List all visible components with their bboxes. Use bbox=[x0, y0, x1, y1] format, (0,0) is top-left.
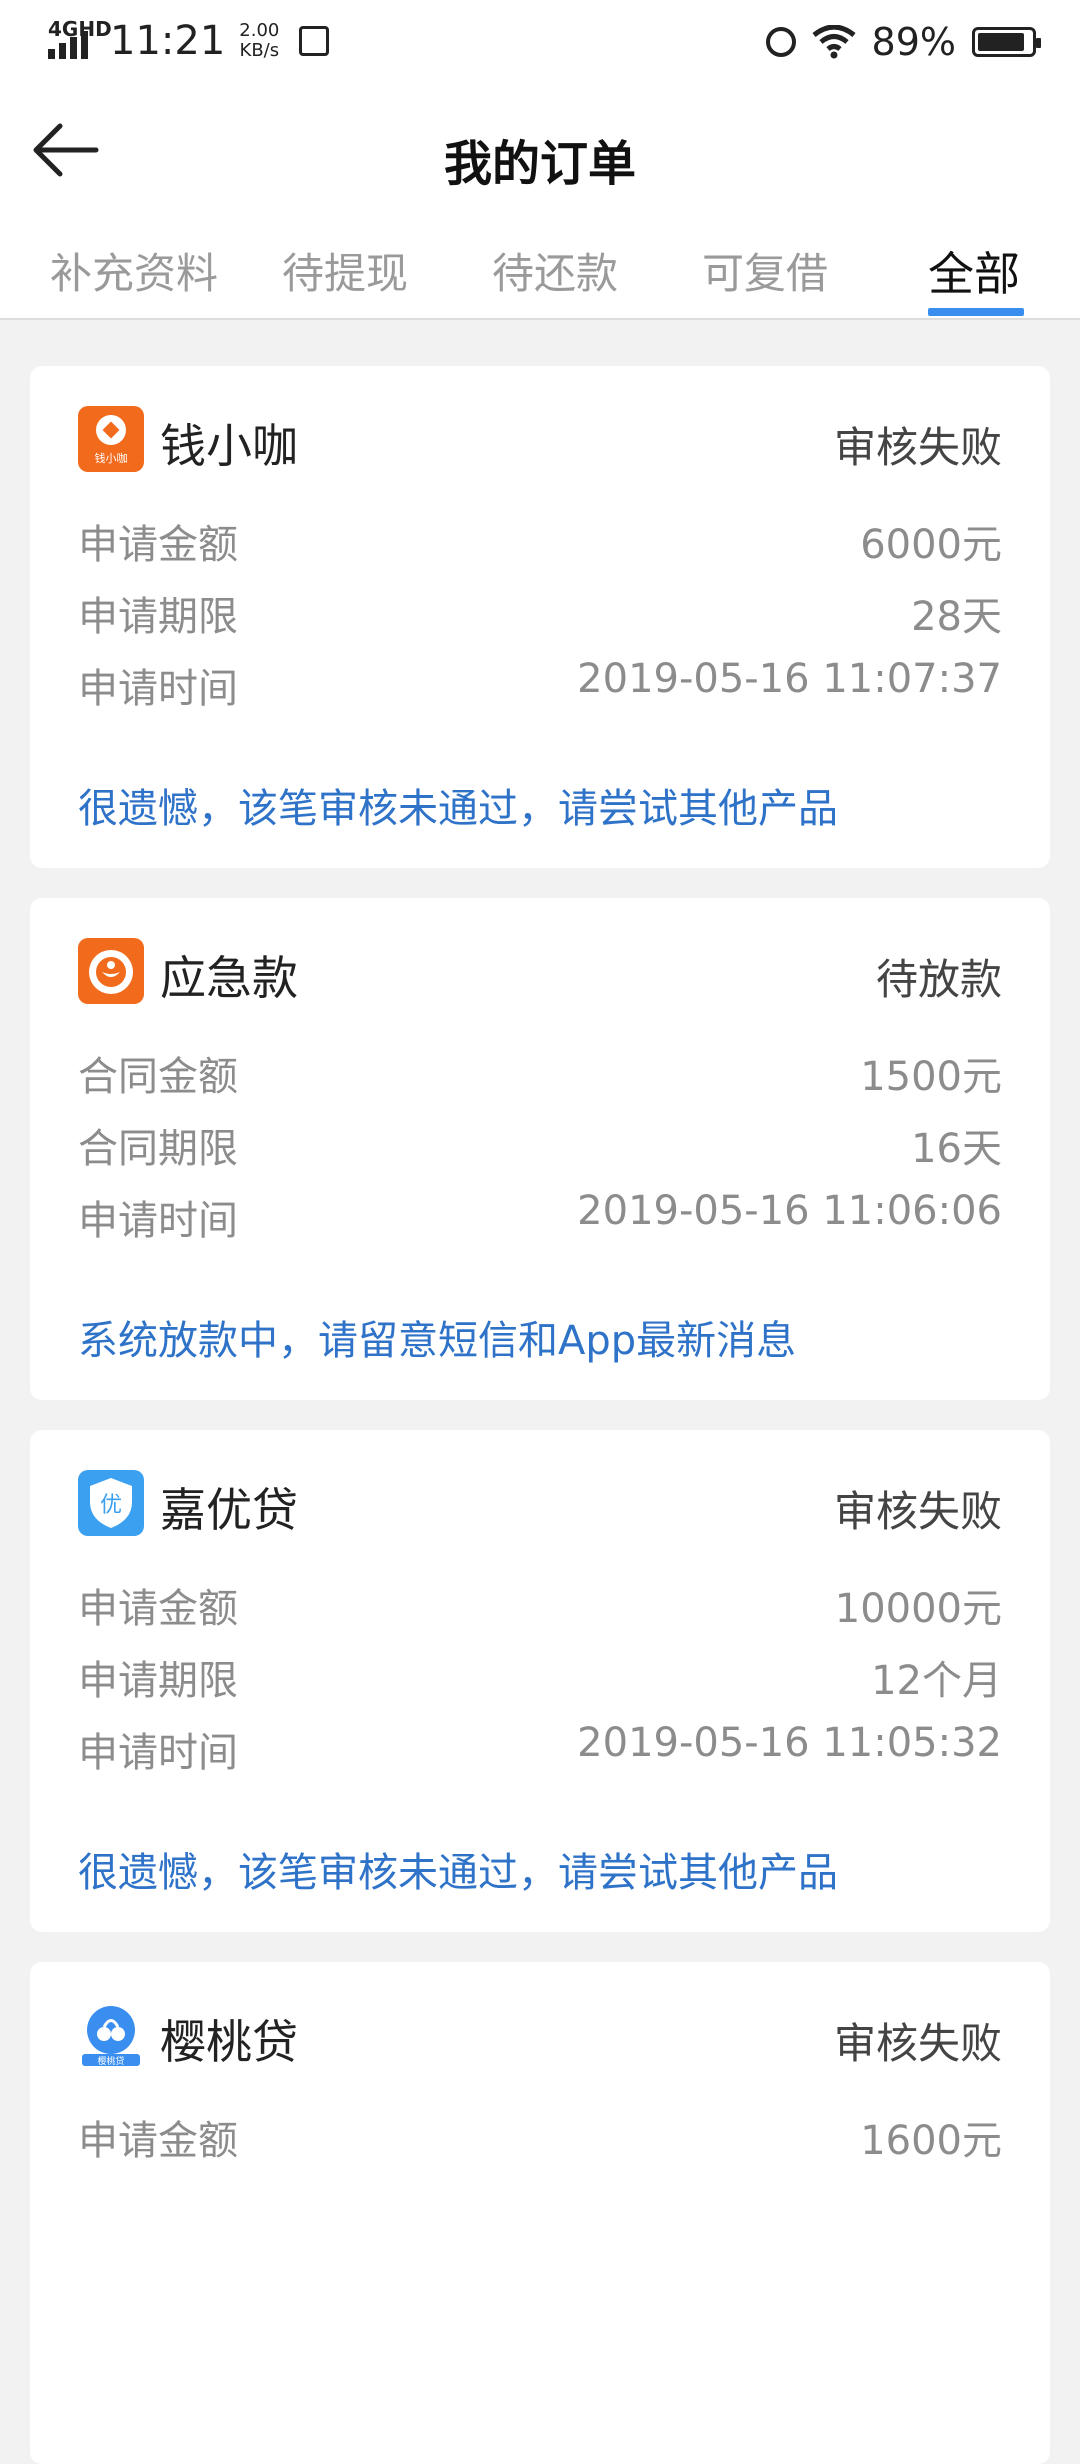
svg-text:樱桃贷: 樱桃贷 bbox=[97, 2055, 124, 2067]
tab-supplement[interactable]: 补充资料 bbox=[50, 240, 218, 301]
page-title: 我的订单 bbox=[443, 136, 636, 192]
order-message: 很遗憾，该笔审核未通过，请尝试其他产品 bbox=[78, 786, 838, 832]
product-name: 钱小咖 bbox=[160, 419, 298, 473]
tab-all[interactable]: 全部 bbox=[928, 238, 1020, 304]
network-speed: 2.00 KB/s bbox=[239, 20, 280, 61]
product-name: 樱桃贷 bbox=[160, 2015, 298, 2069]
order-status: 待放款 bbox=[875, 955, 1002, 1004]
detail-row: 申请期限 12个月 bbox=[78, 1658, 1002, 1704]
order-card[interactable]: 钱小咖 钱小咖 审核失败 申请金额 6000元 申请期限 28天 申请时间 20… bbox=[30, 366, 1050, 868]
product-name: 嘉优贷 bbox=[160, 1483, 298, 1537]
tab-pending-repay[interactable]: 待还款 bbox=[492, 240, 618, 301]
active-tab-indicator bbox=[928, 308, 1024, 316]
app-logo-jiayoudai: 优 bbox=[78, 1470, 144, 1536]
status-bar: 4GHD 11:21 2.00 KB/s 89% bbox=[0, 0, 1080, 84]
order-card[interactable]: 樱桃贷 樱桃贷 审核失败 申请金额 1600元 bbox=[30, 1962, 1050, 2464]
alarm-icon bbox=[765, 27, 796, 57]
app-logo-qianxiaoka: 钱小咖 bbox=[78, 406, 144, 472]
detail-row: 申请时间 2019-05-16 11:06:06 bbox=[78, 1188, 1002, 1244]
detail-row: 申请金额 10000元 bbox=[78, 1586, 1002, 1632]
battery-percent: 89% bbox=[871, 20, 956, 64]
battery-icon bbox=[972, 27, 1041, 57]
order-status: 审核失败 bbox=[833, 1487, 1002, 1536]
tab-bar: 补充资料 待提现 待还款 可复借 全部 bbox=[0, 214, 1080, 320]
wifi-icon bbox=[811, 25, 856, 59]
tab-reborrow[interactable]: 可复借 bbox=[702, 240, 828, 301]
detail-row: 合同金额 1500元 bbox=[78, 1054, 1002, 1100]
product-name: 应急款 bbox=[160, 951, 298, 1005]
app-logo-yingtaodai: 樱桃贷 bbox=[78, 2002, 144, 2068]
tab-pending-withdraw[interactable]: 待提现 bbox=[282, 240, 408, 301]
order-status: 审核失败 bbox=[833, 423, 1002, 472]
detail-row: 申请金额 1600元 bbox=[78, 2118, 1002, 2164]
order-card[interactable]: 应急款 待放款 合同金额 1500元 合同期限 16天 申请时间 2019-05… bbox=[30, 898, 1050, 1400]
signal-icon: 4GHD bbox=[48, 17, 112, 63]
order-status: 审核失败 bbox=[833, 2019, 1002, 2068]
detail-row: 申请金额 6000元 bbox=[78, 522, 1002, 568]
order-card[interactable]: 优 嘉优贷 审核失败 申请金额 10000元 申请期限 12个月 申请时间 20… bbox=[30, 1430, 1050, 1932]
sim-icon bbox=[299, 26, 330, 56]
svg-text:优: 优 bbox=[100, 1493, 122, 1518]
network-type: 4GHD bbox=[48, 17, 112, 41]
detail-row: 申请时间 2019-05-16 11:05:32 bbox=[78, 1720, 1002, 1776]
detail-row: 申请时间 2019-05-16 11:07:37 bbox=[78, 656, 1002, 712]
app-logo-yingjikuan bbox=[78, 938, 144, 1004]
detail-row: 申请期限 28天 bbox=[78, 594, 1002, 640]
order-message: 很遗憾，该笔审核未通过，请尝试其他产品 bbox=[78, 1850, 838, 1896]
svg-text:钱小咖: 钱小咖 bbox=[95, 451, 128, 465]
clock: 11:21 bbox=[110, 18, 226, 64]
order-message: 系统放款中，请留意短信和App最新消息 bbox=[78, 1318, 797, 1364]
detail-row: 合同期限 16天 bbox=[78, 1126, 1002, 1172]
nav-bar: 我的订单 bbox=[0, 84, 1080, 214]
